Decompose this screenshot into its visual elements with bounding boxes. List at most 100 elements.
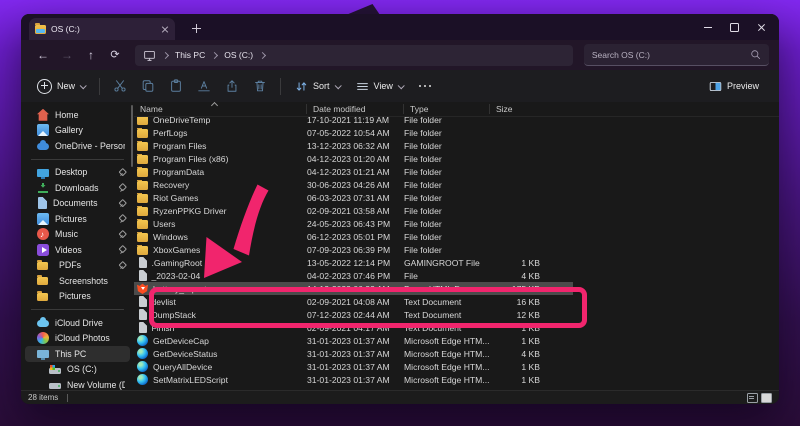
table-row[interactable]: PerfLogs07-05-2022 10:54 AMFile folder	[134, 126, 779, 139]
ellipsis-icon	[419, 85, 432, 88]
rename-button[interactable]	[190, 74, 218, 98]
table-row[interactable]: Program Files (x86)04-12-2023 01:20 AMFi…	[134, 152, 779, 165]
sidebar-item-icloud-photos[interactable]: iCloud Photos	[25, 331, 130, 347]
minimize-icon	[704, 27, 712, 28]
file-icon	[137, 194, 148, 203]
cut-button[interactable]	[106, 74, 134, 98]
file-icon	[137, 283, 148, 294]
table-row[interactable]: RyzenPPKG Driver02-09-2021 03:58 AMFile …	[134, 204, 779, 217]
copy-icon	[141, 79, 155, 93]
documents-icon	[38, 197, 47, 209]
column-header-date[interactable]: Date modified	[307, 104, 404, 114]
sidebar-item-screenshots[interactable]: Screenshots	[25, 273, 130, 289]
table-row[interactable]: XboxGames07-09-2023 06:39 PMFile folder	[134, 243, 779, 256]
folder-icon	[37, 262, 48, 270]
chevron-down-icon	[334, 82, 341, 89]
desktop-icon	[37, 169, 49, 177]
search-input[interactable]: Search OS (C:)	[584, 44, 769, 66]
sidebar-item-onedrive[interactable]: OneDrive - Person	[25, 138, 130, 154]
sidebar-item-home[interactable]: Home	[25, 107, 130, 123]
search-icon	[750, 49, 761, 60]
file-icon	[137, 207, 148, 216]
table-row[interactable]: GetDeviceStatus31-01-2023 01:37 AMMicros…	[134, 347, 779, 360]
sidebar-item-icloud-drive[interactable]: iCloud Drive	[25, 315, 130, 331]
sidebar-scrollbar[interactable]	[131, 105, 133, 167]
breadcrumb-os-c[interactable]: OS (C:)	[224, 50, 253, 60]
view-icon	[356, 80, 369, 93]
table-row[interactable]: _2023-02-0404-02-2023 07:46 PMFile4 KB	[134, 269, 779, 282]
sidebar-item-gallery[interactable]: Gallery	[25, 123, 130, 139]
icloud-drive-icon	[37, 320, 49, 327]
up-button[interactable]	[79, 45, 103, 65]
table-row[interactable]: Recovery30-06-2023 04:26 AMFile folder	[134, 178, 779, 191]
sidebar-item-pdfs[interactable]: PDFs	[25, 258, 130, 274]
table-row[interactable]: Users24-05-2023 06:43 PMFile folder	[134, 217, 779, 230]
column-header-name[interactable]: Name	[134, 104, 307, 114]
column-header-type[interactable]: Type	[404, 104, 490, 114]
sidebar-item-pictures-folder[interactable]: Pictures	[25, 289, 130, 305]
sidebar-item-this-pc[interactable]: This PC	[25, 346, 130, 362]
status-divider	[67, 394, 68, 402]
new-button[interactable]: New	[29, 74, 93, 98]
sidebar-item-pictures[interactable]: Pictures	[25, 211, 130, 227]
back-button[interactable]	[31, 45, 55, 65]
sidebar-item-os-c[interactable]: OS (C:)	[25, 362, 130, 378]
delete-button[interactable]	[246, 74, 274, 98]
sort-button[interactable]: Sort	[287, 74, 348, 98]
file-icon	[137, 361, 148, 372]
table-row[interactable]: GetDeviceCap31-01-2023 01:37 AMMicrosoft…	[134, 334, 779, 347]
large-icons-view-icon[interactable]	[761, 393, 772, 403]
table-row[interactable]: Riot Games06-03-2023 07:31 AMFile folder	[134, 191, 779, 204]
paste-button[interactable]	[162, 74, 190, 98]
table-row[interactable]: .GamingRoot13-05-2022 12:14 PMGAMINGROOT…	[134, 256, 779, 269]
file-icon	[137, 142, 148, 151]
tab-close-icon[interactable]	[161, 25, 169, 33]
more-options-button[interactable]	[411, 74, 439, 98]
table-row[interactable]: QueryAllDevice31-01-2023 01:37 AMMicroso…	[134, 360, 779, 373]
copy-button[interactable]	[134, 74, 162, 98]
table-row[interactable]: SetMatrixLEDScript31-01-2023 01:37 AMMic…	[134, 373, 779, 386]
tab-os-c[interactable]: OS (C:)	[29, 18, 175, 40]
home-icon	[37, 109, 49, 121]
new-tab-button[interactable]	[189, 21, 205, 37]
pin-icon	[118, 215, 125, 223]
address-bar[interactable]: This PC OS (C:)	[135, 45, 573, 66]
share-button[interactable]	[218, 74, 246, 98]
sort-icon	[295, 80, 308, 93]
maximize-icon	[730, 23, 739, 32]
column-header-size[interactable]: Size	[490, 104, 546, 114]
refresh-button[interactable]	[103, 45, 127, 65]
desktop-background: OS (C:) This PC OS (C:)	[0, 0, 800, 426]
minimize-button[interactable]	[694, 14, 721, 40]
table-row[interactable]: Program Files13-12-2023 06:32 AMFile fol…	[134, 139, 779, 152]
close-icon	[757, 23, 766, 32]
view-button[interactable]: View	[348, 74, 411, 98]
table-row[interactable]: ProgramData04-12-2023 01:21 AMFile folde…	[134, 165, 779, 178]
maximize-button[interactable]	[721, 14, 748, 40]
highlight-box-annotation	[149, 287, 587, 328]
sidebar-item-downloads[interactable]: Downloads	[25, 180, 130, 196]
sidebar-item-videos[interactable]: Videos	[25, 242, 130, 258]
details-view-icon[interactable]	[747, 393, 758, 403]
navigation-bar: This PC OS (C:) Search OS (C:)	[21, 40, 779, 70]
music-icon	[37, 228, 49, 240]
sidebar-item-new-volume[interactable]: New Volume (D:	[25, 377, 130, 391]
breadcrumb-chevron-icon	[211, 51, 218, 58]
file-icon	[139, 270, 147, 281]
file-icon	[137, 155, 148, 164]
sidebar-item-desktop[interactable]: Desktop	[25, 165, 130, 181]
table-row[interactable]: Windows06-12-2023 05:01 PMFile folder	[134, 230, 779, 243]
sidebar-item-music[interactable]: Music	[25, 227, 130, 243]
sort-ascending-icon	[211, 102, 218, 109]
monitor-icon	[143, 49, 156, 62]
forward-button[interactable]	[55, 45, 79, 65]
sidebar-item-documents[interactable]: Documents	[25, 196, 130, 212]
videos-icon	[37, 244, 49, 256]
explorer-content: Home Gallery OneDrive - Person Desktop D…	[21, 102, 779, 391]
close-button[interactable]	[748, 14, 775, 40]
onedrive-icon	[37, 143, 49, 150]
icloud-photos-icon	[37, 332, 49, 344]
preview-toggle[interactable]: Preview	[701, 74, 767, 98]
breadcrumb-this-pc[interactable]: This PC	[175, 50, 205, 60]
file-icon	[137, 374, 148, 385]
